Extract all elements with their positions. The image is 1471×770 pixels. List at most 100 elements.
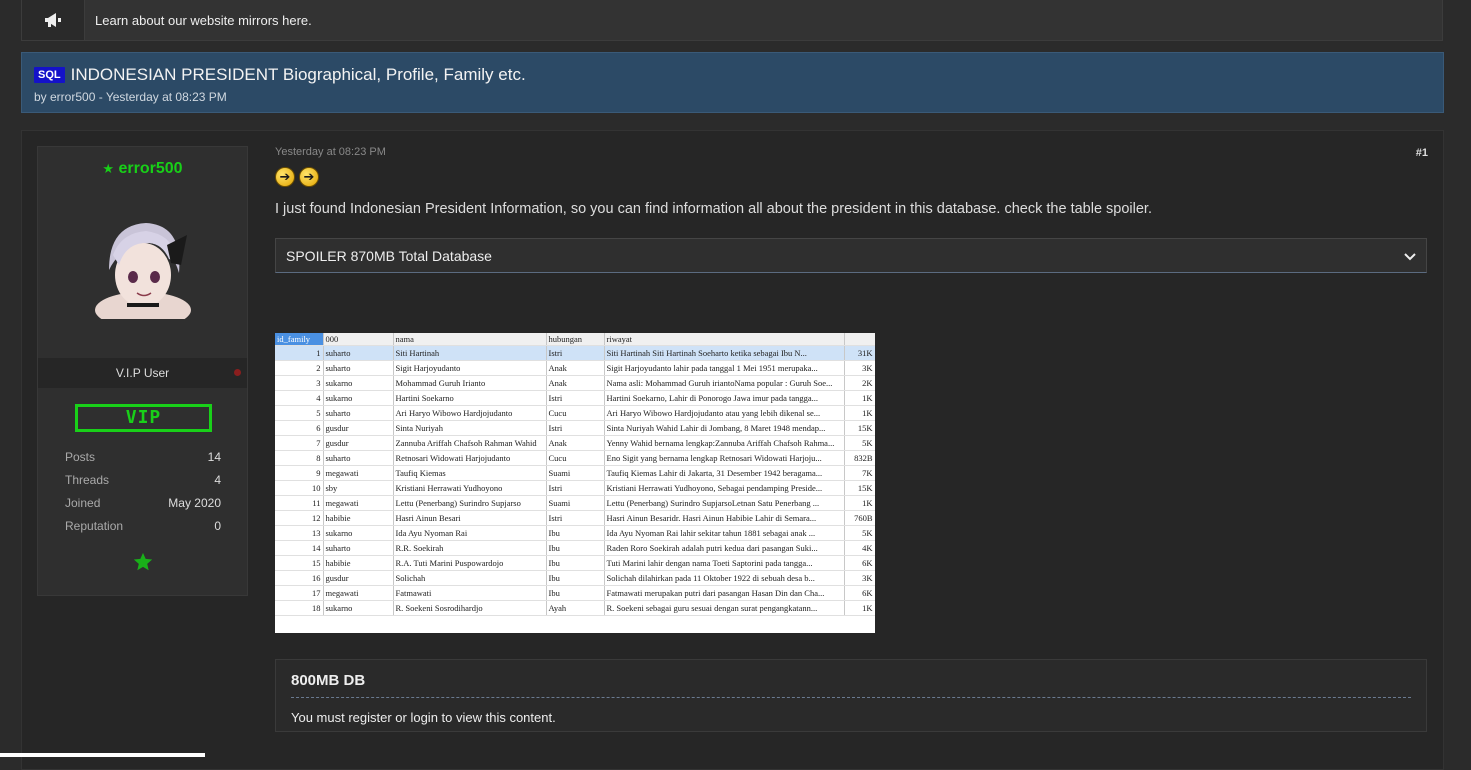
spoiler-toggle[interactable]: SPOILER 870MB Total Database [275, 238, 1427, 273]
stat-reputation: Reputation 0 [65, 519, 221, 542]
stat-value: May 2020 [168, 496, 221, 510]
db-table-cell: Solichah dilahirkan pada 11 Oktober 1922… [604, 570, 845, 586]
db-table-cell: 15K [844, 480, 875, 496]
db-column-header [844, 333, 875, 346]
db-column-header: riwayat [604, 333, 845, 346]
db-table-cell: Kristiani Herrawati Yudhoyono [393, 480, 547, 496]
db-table-row: 12 habibie Hasri Ainun Besari Istri Hasri Ai… [275, 510, 875, 526]
db-table-cell: 13 [275, 525, 324, 541]
db-table-cell: gusdur [323, 420, 394, 436]
db-table-cell: Eno Sigit yang bernama lengkap Retnosari… [604, 450, 845, 466]
db-table-cell: Hartini Soekarno, Lahir di Ponorogo Jawa… [604, 390, 845, 406]
db-table-cell: Ibu [546, 525, 605, 541]
db-column-header: nama [393, 333, 547, 346]
db-table-cell: megawati [323, 465, 394, 481]
db-table-row: 17 megawati Fatmawati Ibu Fatmawati merupaka… [275, 585, 875, 601]
database-screenshot[interactable]: id_family 000 nama hubungan riwayat 1 suharto… [275, 333, 875, 633]
thread-prefix-badge[interactable]: SQL [34, 67, 65, 83]
emoji-row: ➔ ➔ [275, 167, 1428, 187]
db-table-cell: 1K [844, 495, 875, 511]
locked-title: 800MB DB [291, 672, 1411, 698]
db-table-row: 10 sby Kristiani Herrawati Yudhoyono Istri K… [275, 480, 875, 496]
db-table-cell: gusdur [323, 570, 394, 586]
db-table-cell: megawati [323, 585, 394, 601]
db-column-header: 000 [323, 333, 394, 346]
db-table-cell: Nama asli: Mohammad Guruh iriantoNama po… [604, 375, 845, 391]
db-table-row: 2 suharto Sigit Harjoyudanto Anak Sigit Harj… [275, 360, 875, 376]
db-table-cell: Istri [546, 480, 605, 496]
db-table-cell: Istri [546, 510, 605, 526]
db-table-cell: Hasri Ainun Besaridr. Hasri Ainun Habibi… [604, 510, 845, 526]
db-table-cell: Ida Ayu Nyoman Rai lahir sekitar tahun 1… [604, 525, 845, 541]
db-table-cell: 31K [844, 345, 875, 361]
db-table-cell: Sinta Nuriyah Wahid Lahir di Jombang, 8 … [604, 420, 845, 436]
db-table-cell: Istri [546, 420, 605, 436]
db-table-cell: Ibu [546, 555, 605, 571]
db-table-cell: Sigit Harjoyudanto lahir pada tanggal 1 … [604, 360, 845, 376]
db-table-row: 15 habibie R.A. Tuti Marini Puspowardojo Ib… [275, 555, 875, 571]
db-table-cell: Taufiq Kiemas [393, 465, 547, 481]
db-table: id_family 000 nama hubungan riwayat 1 suharto… [275, 333, 875, 616]
db-table-cell: Suami [546, 465, 605, 481]
username-text[interactable]: error500 [119, 160, 183, 177]
db-table-cell: R. Soekeni Sosrodihardjo [393, 600, 547, 616]
db-table-cell: Anak [546, 375, 605, 391]
locked-message[interactable]: You must register or login to view this … [291, 710, 1411, 725]
post-number-link[interactable]: #1 [1416, 147, 1428, 159]
db-table-cell: Raden Roro Soekirah adalah putri kedua d… [604, 540, 845, 556]
db-table-cell: Taufiq Kiemas Lahir di Jakarta, 31 Desem… [604, 465, 845, 481]
db-table-cell: 14 [275, 540, 324, 556]
db-table-cell: 1 [275, 345, 324, 361]
db-table-cell: 760B [844, 510, 875, 526]
db-table-cell: 8 [275, 450, 324, 466]
db-table-cell: Ibu [546, 585, 605, 601]
db-table-cell: 2 [275, 360, 324, 376]
db-table-cell: Lettu (Penerbang) Surindro SupjarsoLetna… [604, 495, 845, 511]
db-table-cell: Anak [546, 360, 605, 376]
db-table-cell: Sigit Harjoyudanto [393, 360, 547, 376]
db-table-cell: suharto [323, 360, 394, 376]
db-table-cell: sukarno [323, 600, 394, 616]
db-table-cell: Ari Haryo Wibowo Hardjojudanto atau yang… [604, 405, 845, 421]
avatar[interactable] [91, 215, 195, 328]
post-date[interactable]: Yesterday at 08:23 PM [275, 146, 1428, 158]
stat-label: Posts [65, 450, 96, 464]
db-table-row: 1 suharto Siti Hartinah Istri Siti Hartinah … [275, 345, 875, 361]
db-table-cell: R.A. Tuti Marini Puspowardojo [393, 555, 547, 571]
db-table-cell: Siti Hartinah [393, 345, 547, 361]
username[interactable]: ★ error500 [38, 160, 247, 178]
notice-link[interactable]: Learn about our website mirrors here. [95, 13, 312, 28]
thread-header: SQL INDONESIAN PRESIDENT Biographical, P… [21, 52, 1444, 113]
db-table-row: 7 gusdur Zannuba Ariffah Chafsoh Rahman Wa… [275, 435, 875, 451]
db-table-cell: 6K [844, 585, 875, 601]
db-column-header: id_family [275, 333, 324, 346]
db-table-cell: 9 [275, 465, 324, 481]
db-table-cell: R.R. Soekirah [393, 540, 547, 556]
post: ★ error500 V.I.P User VIP Posts 14 Threa… [21, 130, 1444, 770]
db-table-cell: 2K [844, 375, 875, 391]
locked-content-box: 800MB DB You must register or login to v… [275, 659, 1427, 732]
db-table-cell: gusdur [323, 435, 394, 451]
db-table-cell: 10 [275, 480, 324, 496]
db-table-row: 8 suharto Retnosari Widowati Harjojudanto C… [275, 450, 875, 466]
db-table-cell: 5 [275, 405, 324, 421]
vip-badge: VIP [75, 404, 212, 432]
db-table-cell: Mohammad Guruh Irianto [393, 375, 547, 391]
megaphone-icon [22, 0, 85, 40]
stat-label: Threads [65, 473, 110, 487]
page-bottom-strip [0, 753, 205, 757]
db-column-header: hubungan [546, 333, 605, 346]
db-table-cell: suharto [323, 450, 394, 466]
db-table-cell: Zannuba Ariffah Chafsoh Rahman Wahid [393, 435, 547, 451]
db-table-cell: Retnosari Widowati Harjojudanto [393, 450, 547, 466]
db-table-cell: 1K [844, 390, 875, 406]
db-table-cell: 5K [844, 435, 875, 451]
stat-label: Joined [65, 496, 101, 510]
stat-joined: Joined May 2020 [65, 496, 221, 519]
db-table-cell: 7K [844, 465, 875, 481]
user-stats: Posts 14 Threads 4 Joined May 2020 Reput… [65, 450, 221, 542]
user-card: ★ error500 V.I.P User VIP Posts 14 Threa… [37, 146, 248, 596]
db-table-cell: Lettu (Penerbang) Surindro Supjarso [393, 495, 547, 511]
db-table-cell: 3K [844, 570, 875, 586]
stat-threads: Threads 4 [65, 473, 221, 496]
